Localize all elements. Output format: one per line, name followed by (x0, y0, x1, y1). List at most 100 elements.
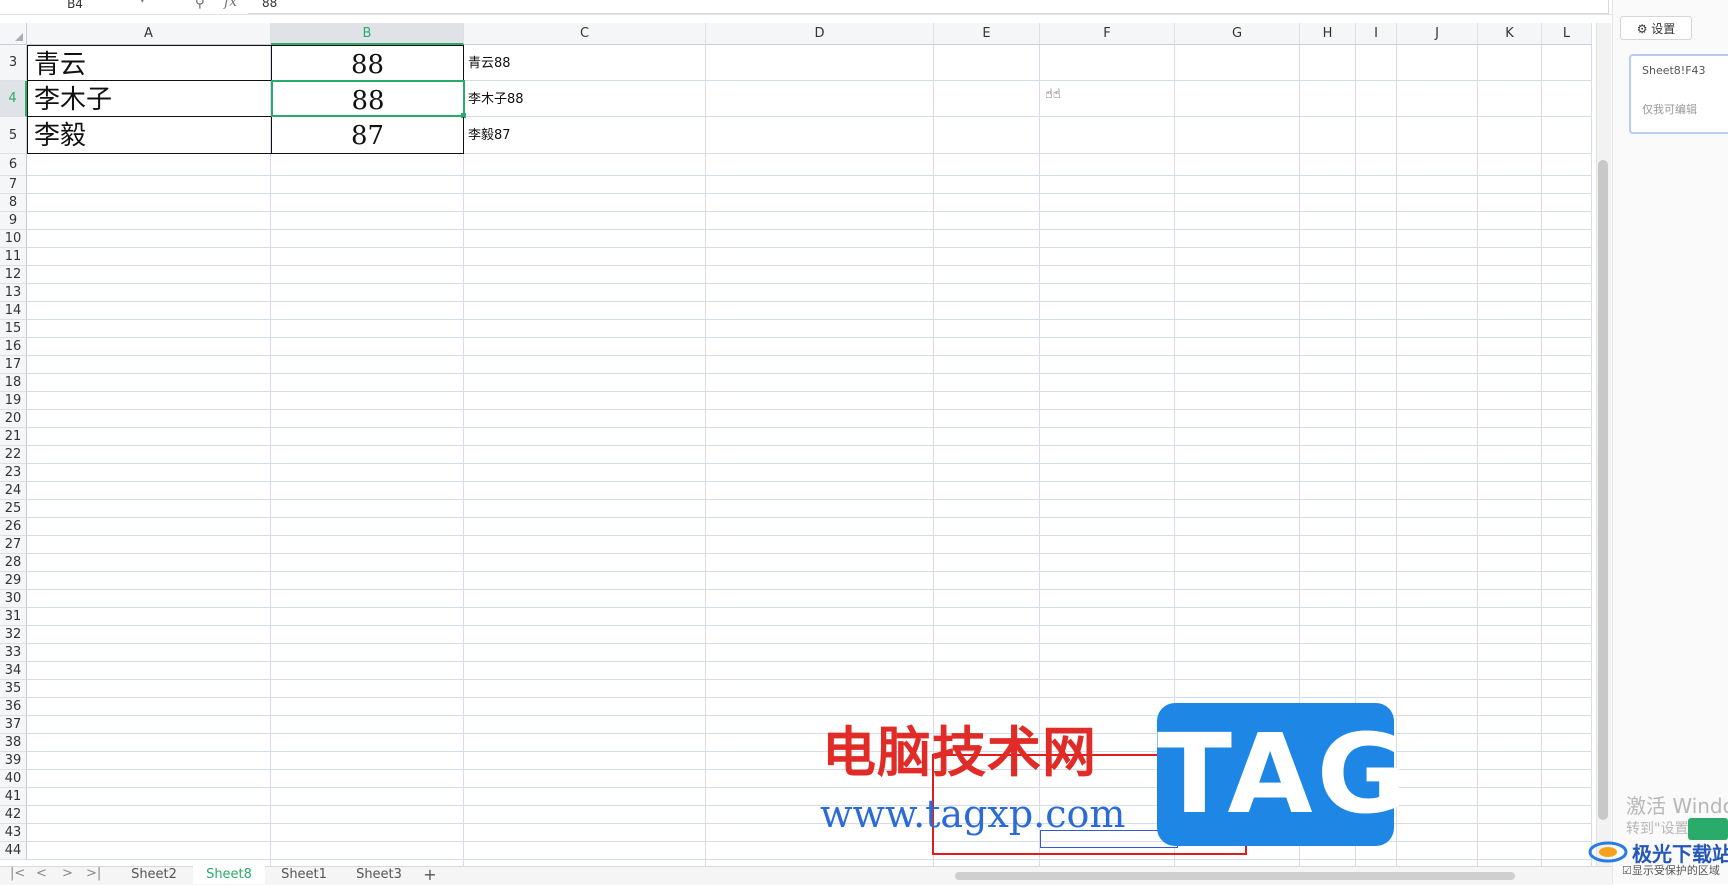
row-header-21[interactable]: 21 (0, 428, 27, 446)
settings-button[interactable]: ⚙ 设置 (1620, 16, 1692, 40)
row-header-35[interactable]: 35 (0, 680, 27, 698)
range-reference: Sheet8!F43 (1642, 64, 1706, 77)
name-box[interactable]: B4 (0, 0, 150, 13)
settings-label: 设置 (1651, 22, 1676, 36)
row-header-16[interactable]: 16 (0, 338, 27, 356)
cell-A3[interactable]: 青云 (27, 45, 271, 81)
row-header-36[interactable]: 36 (0, 698, 27, 716)
row-header-40[interactable]: 40 (0, 770, 27, 788)
row-header-42[interactable]: 42 (0, 806, 27, 824)
column-header-l[interactable]: L (1542, 23, 1592, 45)
row-header-26[interactable]: 26 (0, 518, 27, 536)
row-header-3[interactable]: 3 (0, 45, 27, 81)
column-header-e[interactable]: E (934, 23, 1040, 45)
row-header-37[interactable]: 37 (0, 716, 27, 734)
watermark-site-name: 电脑技术网 (822, 721, 1097, 784)
row-header-38[interactable]: 38 (0, 734, 27, 752)
row-header-20[interactable]: 20 (0, 410, 27, 428)
row-header-6[interactable]: 6 (0, 154, 27, 176)
row-header-33[interactable]: 33 (0, 644, 27, 662)
vertical-scroll-thumb[interactable] (1598, 160, 1608, 820)
row-gridline (27, 481, 1592, 482)
row-header-10[interactable]: 10 (0, 230, 27, 248)
first-sheet-button[interactable]: |< (10, 866, 25, 881)
row-header-12[interactable]: 12 (0, 266, 27, 284)
zoom-icon[interactable]: ⚲ (195, 0, 205, 11)
column-header-g[interactable]: G (1175, 23, 1300, 45)
row-header-11[interactable]: 11 (0, 248, 27, 266)
row-gridline (27, 355, 1592, 356)
column-header-j[interactable]: J (1397, 23, 1478, 45)
last-sheet-button[interactable]: >| (86, 866, 101, 881)
row-gridline (27, 697, 1592, 698)
row-header-27[interactable]: 27 (0, 536, 27, 554)
cell-B5[interactable]: 87 (271, 117, 464, 154)
cell-A5[interactable]: 李毅 (27, 117, 271, 154)
name-box-dropdown-icon[interactable]: ▾ (140, 0, 145, 6)
row-gridline (27, 643, 1592, 644)
horizontal-scroll-thumb[interactable] (955, 872, 1515, 880)
row-header-30[interactable]: 30 (0, 590, 27, 608)
column-header-k[interactable]: K (1478, 23, 1542, 45)
cell-A4[interactable]: 李木子 (27, 81, 271, 117)
row-gridline (27, 175, 1592, 176)
formula-input[interactable] (248, 0, 1609, 14)
row-header-15[interactable]: 15 (0, 320, 27, 338)
cell-C5[interactable]: 李毅87 (466, 117, 706, 153)
row-header-34[interactable]: 34 (0, 662, 27, 680)
row-header-41[interactable]: 41 (0, 788, 27, 806)
column-header-f[interactable]: F (1040, 23, 1175, 45)
row-gridline (27, 229, 1592, 230)
prev-sheet-button[interactable]: < (36, 866, 47, 881)
row-header-32[interactable]: 32 (0, 626, 27, 644)
row-header-19[interactable]: 19 (0, 392, 27, 410)
row-header-44[interactable]: 44 (0, 842, 27, 860)
cell-B3[interactable]: 88 (271, 45, 464, 81)
row-header-7[interactable]: 7 (0, 176, 27, 194)
cell-C4[interactable]: 李木子88 (466, 81, 706, 117)
cell-B4[interactable]: 88 (271, 80, 465, 117)
row-gridline (27, 625, 1592, 626)
row-gridline (27, 211, 1592, 212)
row-header-13[interactable]: 13 (0, 284, 27, 302)
row-header-24[interactable]: 24 (0, 482, 27, 500)
row-header-18[interactable]: 18 (0, 374, 27, 392)
row-header-28[interactable]: 28 (0, 554, 27, 572)
row-header-31[interactable]: 31 (0, 608, 27, 626)
column-header-h[interactable]: H (1300, 23, 1356, 45)
tab-sheet2[interactable]: Sheet2 (118, 866, 190, 884)
column-header-i[interactable]: I (1356, 23, 1397, 45)
column-gridline (705, 45, 706, 868)
column-gridline (1541, 45, 1542, 868)
range-permission: 仅我可编辑 (1642, 103, 1697, 116)
tab-sheet3[interactable]: Sheet3 (343, 866, 415, 884)
row-header-17[interactable]: 17 (0, 356, 27, 374)
row-header-9[interactable]: 9 (0, 212, 27, 230)
tab-sheet8[interactable]: Sheet8 (193, 866, 265, 884)
row-header-8[interactable]: 8 (0, 194, 27, 212)
row-header-39[interactable]: 39 (0, 752, 27, 770)
fx-icon[interactable]: fx (224, 0, 237, 10)
row-header-4[interactable]: 4 (0, 81, 27, 117)
column-header-a[interactable]: A (27, 23, 271, 45)
row-header-25[interactable]: 25 (0, 500, 27, 518)
row-gridline (27, 679, 1592, 680)
cell-C3[interactable]: 青云88 (466, 45, 706, 81)
row-header-14[interactable]: 14 (0, 302, 27, 320)
tab-sheet1[interactable]: Sheet1 (268, 866, 340, 884)
column-header-c[interactable]: C (464, 23, 706, 45)
row-header-22[interactable]: 22 (0, 446, 27, 464)
row-gridline (27, 463, 1592, 464)
next-sheet-button[interactable]: > (62, 866, 73, 881)
select-all-corner[interactable] (0, 23, 27, 45)
row-header-29[interactable]: 29 (0, 572, 27, 590)
row-gridline (27, 859, 1592, 860)
column-header-b[interactable]: B (271, 23, 464, 45)
add-sheet-button[interactable]: + (420, 866, 440, 884)
row-header-23[interactable]: 23 (0, 464, 27, 482)
row-header-43[interactable]: 43 (0, 824, 27, 842)
row-header-5[interactable]: 5 (0, 117, 27, 154)
column-header-d[interactable]: D (706, 23, 934, 45)
row-gridline (27, 517, 1592, 518)
row-gridline (27, 607, 1592, 608)
